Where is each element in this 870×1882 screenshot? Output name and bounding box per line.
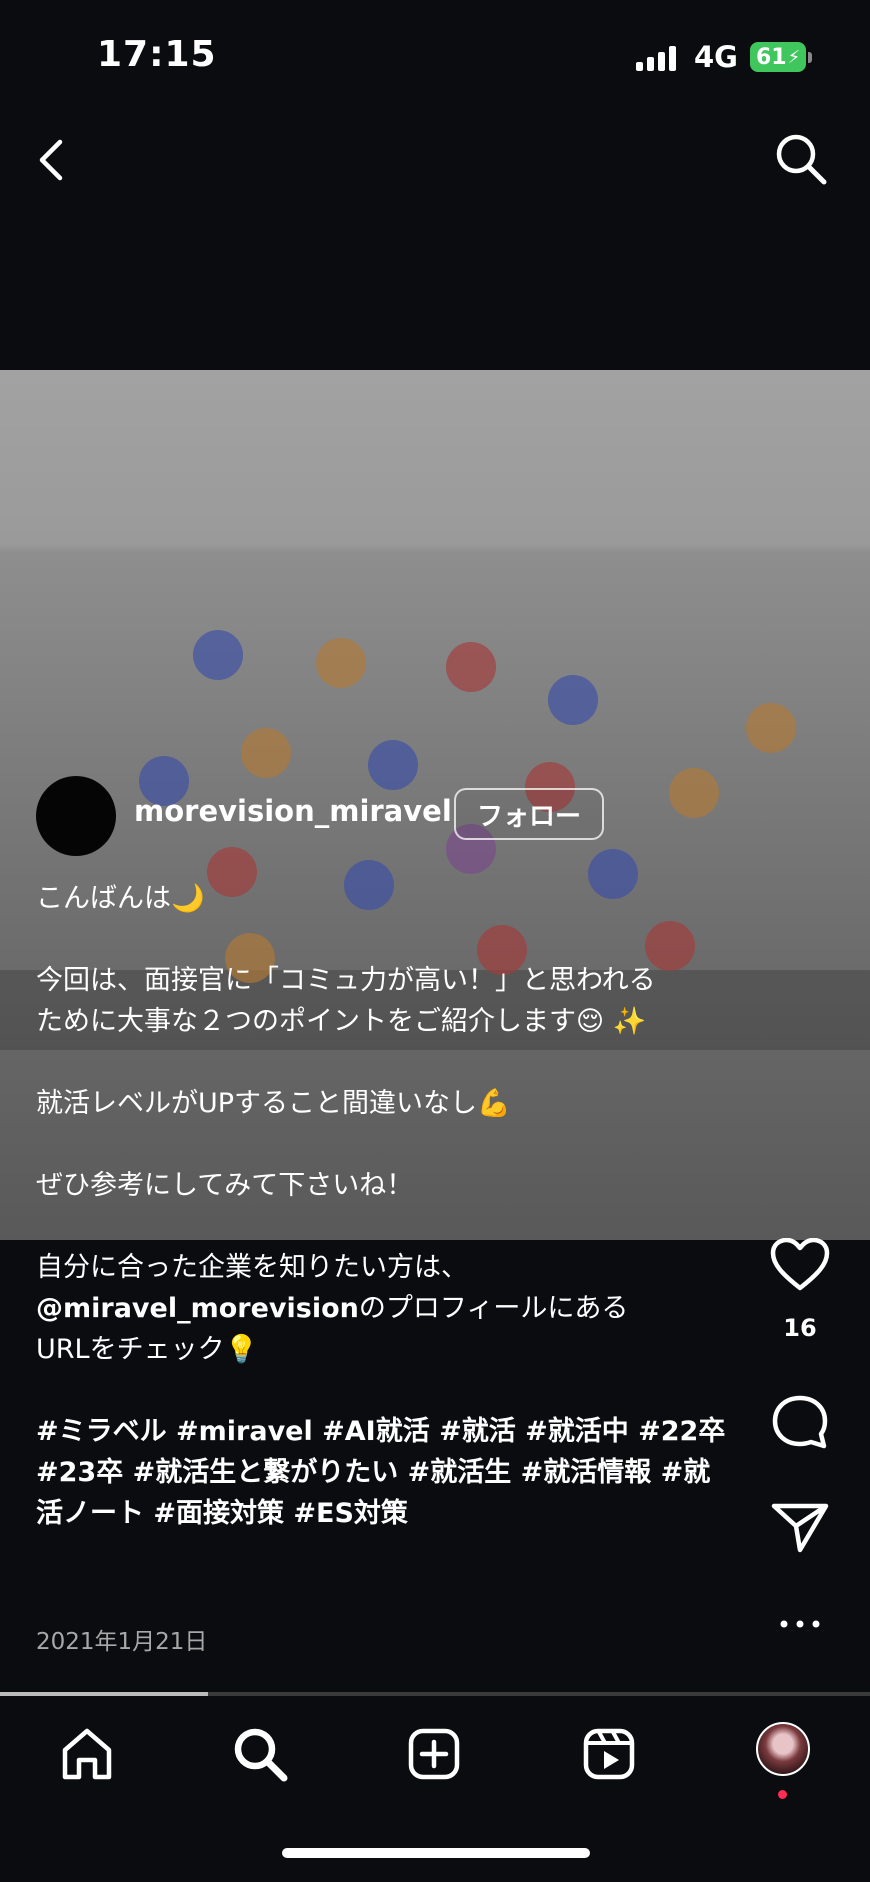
network-type: 4G [694,40,738,74]
status-bar: 17:15 4G 61 ⚡ [0,0,870,110]
caption-line: 就活レベルがUPすること間違いなし💪 [36,1088,511,1119]
battery-level: 61 [756,44,787,70]
caption: こんばんは🌙 今回は、面接官に「コミュ力が高い！」と思われる ために大事な２つの… [36,878,736,1534]
avatar[interactable] [36,776,116,856]
post-date: 2021年1月21日 [36,1629,208,1655]
home-indicator[interactable] [282,1848,590,1858]
back-arrow-icon[interactable] [32,134,72,186]
profile-avatar[interactable] [756,1722,810,1776]
reels-icon[interactable] [579,1724,639,1784]
caption-line: URLをチェック💡 [36,1334,259,1365]
comment-icon[interactable] [770,1394,830,1450]
caption-line: こんばんは🌙 [36,883,205,914]
like-count: 16 [783,1314,817,1342]
account-row: morevision_miravel フォロー [36,776,736,856]
caption-line: @miravel_morevisionのプロフィールにある [36,1288,736,1329]
home-icon[interactable] [57,1724,117,1784]
notification-dot [778,1790,787,1799]
username[interactable]: morevision_miravel [134,794,452,828]
battery-icon: 61 ⚡ [750,42,806,72]
search-icon[interactable] [230,1724,290,1784]
caption-line: ために大事な２つのポイントをご紹介します😌 ✨ [36,1006,647,1037]
hashtags[interactable]: #ミラベル #miravel #AI就活 #就活 #就活中 #22卒 #23卒 … [36,1411,736,1534]
search-icon[interactable] [772,130,830,188]
heart-icon[interactable] [770,1238,830,1292]
caption-text: のプロフィールにある [358,1293,629,1324]
caption-line: ぜひ参考にしてみて下さいね！ [36,1170,414,1201]
caption-line: 今回は、面接官に「コミュ力が高い！」と思われる [36,965,656,996]
share-icon[interactable] [770,1500,830,1554]
more-options-icon[interactable] [770,1614,830,1634]
status-time: 17:15 [97,34,217,75]
battery-cap [808,52,812,63]
signal-icon [636,45,680,71]
top-nav [0,120,870,200]
caption-line: 自分に合った企業を知りたい方は、 [36,1252,468,1283]
mention-link[interactable]: @miravel_morevision [36,1293,359,1324]
follow-button[interactable]: フォロー [454,788,604,840]
create-icon[interactable] [404,1724,464,1784]
